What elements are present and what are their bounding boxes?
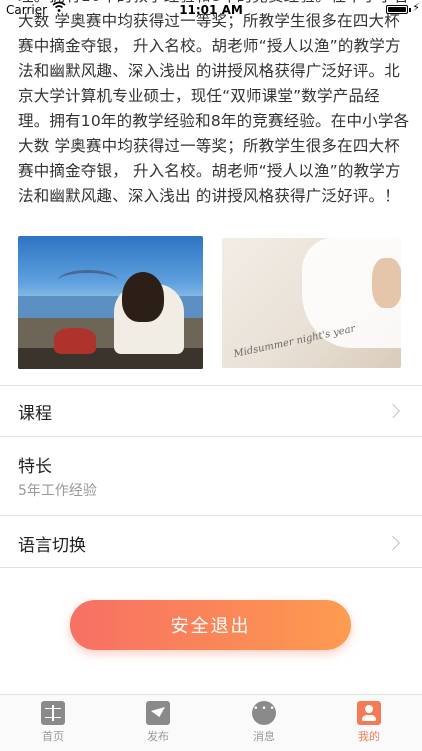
bolt-icon: ⚡ <box>412 1 420 14</box>
photo-hand <box>372 258 401 308</box>
menu-row-course[interactable]: 课程 <box>0 386 422 436</box>
tab-home-label: 首页 <box>42 730 64 743</box>
tab-mine[interactable]: 我的 <box>339 701 399 744</box>
battery-icon <box>386 5 408 14</box>
tab-bar: 首页 发布 消息 我的 <box>0 694 422 751</box>
specialty-label: 特长 <box>18 457 52 477</box>
tab-mine-label: 我的 <box>358 730 380 743</box>
tab-messages[interactable]: 消息 <box>234 701 294 744</box>
user-icon <box>357 701 381 725</box>
divider <box>0 567 422 568</box>
gallery-photo-portrait[interactable]: Midsummer night's year <box>222 238 401 368</box>
tab-publish[interactable]: 发布 <box>128 701 188 744</box>
teacher-bio: 理。拥有10年的教学经验和8年的竞赛经验。在中小学各大数 学奥赛中均获得过一等奖… <box>18 0 410 224</box>
gallery-photo-seaside[interactable] <box>18 236 203 369</box>
photo-bridge <box>58 270 118 291</box>
chevron-right-icon <box>385 535 401 551</box>
photo-bag <box>54 328 96 354</box>
tab-messages-label: 消息 <box>253 730 275 743</box>
book-icon <box>41 701 65 725</box>
bio-text: 理。拥有10年的教学经验和8年的竞赛经验。在中小学各大数 学奥赛中均获得过一等奖… <box>18 0 410 205</box>
status-bar: Carrier 11:01 AM ⚡ <box>0 0 422 20</box>
course-label: 课程 <box>18 404 52 424</box>
photo-hair <box>122 272 164 322</box>
status-time: 11:01 AM <box>179 3 243 17</box>
chat-icon <box>252 701 276 725</box>
specialty-value: 5年工作经验 <box>18 483 97 499</box>
tab-home[interactable]: 首页 <box>23 701 83 744</box>
chevron-right-icon <box>385 403 401 419</box>
language-label: 语言切换 <box>18 536 86 556</box>
battery-tip <box>409 8 411 12</box>
menu-row-language[interactable]: 语言切换 <box>0 516 422 566</box>
plane-icon <box>146 701 170 725</box>
menu-row-specialty: 特长 5年工作经验 <box>0 437 422 515</box>
tab-publish-label: 发布 <box>147 730 169 743</box>
logout-button[interactable]: 安全退出 <box>70 600 351 650</box>
